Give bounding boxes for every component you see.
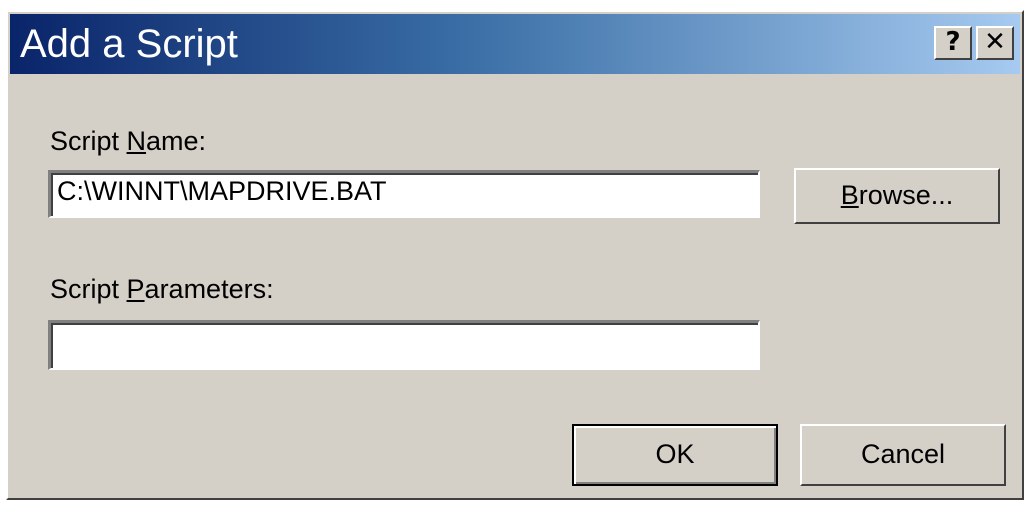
- add-script-dialog: Add a Script ? ✕ Script Name: C:\WINNT\M…: [6, 10, 1024, 500]
- browse-button[interactable]: Browse...: [794, 168, 1000, 224]
- script-name-value: C:\WINNT\MAPDRIVE.BAT: [57, 176, 387, 206]
- help-button[interactable]: ?: [934, 26, 972, 60]
- close-icon: ✕: [984, 27, 1006, 57]
- window-title: Add a Script: [20, 22, 238, 66]
- script-name-label: Script Name:: [50, 126, 207, 156]
- cancel-label: Cancel: [860, 439, 946, 469]
- script-parameters-input[interactable]: [48, 320, 760, 370]
- script-parameters-label: Script Parameters:: [50, 274, 274, 304]
- help-icon: ?: [945, 27, 961, 57]
- script-name-input[interactable]: C:\WINNT\MAPDRIVE.BAT: [48, 170, 760, 218]
- cancel-button[interactable]: Cancel: [800, 424, 1006, 486]
- close-button[interactable]: ✕: [976, 26, 1014, 60]
- title-bar[interactable]: Add a Script ? ✕: [10, 14, 1020, 74]
- ok-button[interactable]: OK: [572, 424, 778, 486]
- ok-label: OK: [655, 439, 695, 469]
